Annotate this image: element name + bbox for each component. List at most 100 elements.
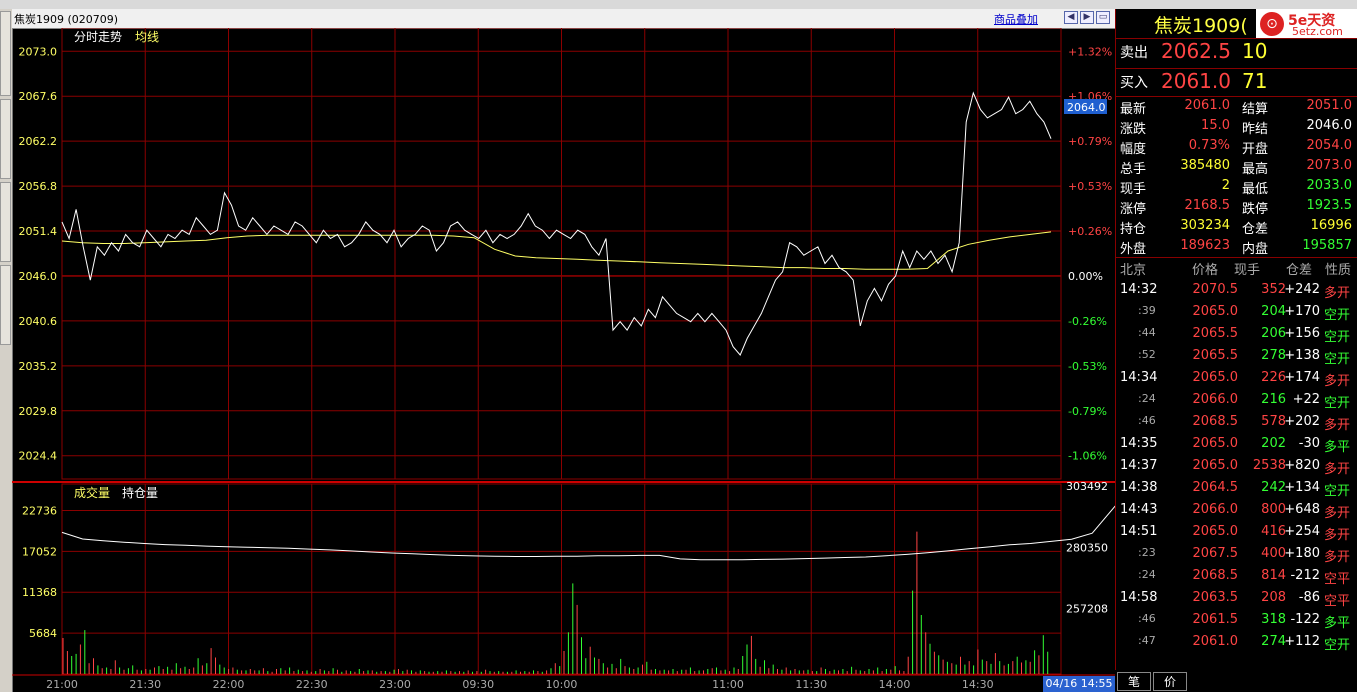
bid-row: 买入 2061.0 71 — [1116, 69, 1357, 97]
price-tick-label: 2046.0 — [19, 270, 58, 283]
tick-price: 2066.0 — [1192, 502, 1239, 517]
tick-row[interactable]: :23 2067.5 400 +180 多开 — [1116, 546, 1357, 566]
tick-time: :23 — [1138, 546, 1156, 559]
tick-time: 14:38 — [1120, 480, 1158, 495]
bid-qty: 71 — [1242, 69, 1268, 93]
price-line — [61, 91, 1052, 356]
tick-row[interactable]: :44 2065.5 206 +156 空开 — [1116, 326, 1357, 346]
tick-volume: 226 — [1261, 370, 1286, 385]
tick-nature: 空开 — [1324, 484, 1351, 499]
tab-tech-analysis[interactable] — [0, 11, 11, 96]
price-tick-label: 2035.2 — [19, 360, 58, 373]
tick-volume: 800 — [1261, 502, 1286, 517]
price-tick-label: 2067.6 — [19, 90, 58, 103]
tick-price: 2066.0 — [1192, 392, 1239, 407]
ask-price: 2062.5 — [1161, 39, 1231, 63]
tick-row[interactable]: 14:37 2065.0 2538 +820 多开 — [1116, 458, 1357, 478]
tick-volume: 318 — [1261, 612, 1286, 627]
next-icon[interactable]: ▶ — [1080, 11, 1094, 24]
tick-row[interactable]: :52 2065.5 278 +138 空开 — [1116, 348, 1357, 368]
overlay-commodity-button[interactable]: 商品叠加 — [994, 11, 1038, 27]
tab-price[interactable]: 价 — [1153, 672, 1187, 691]
tick-row[interactable]: 14:35 2065.0 202 -30 多平 — [1116, 436, 1357, 456]
field-label: 涨跌 — [1120, 122, 1147, 137]
tick-row[interactable]: 14:43 2066.0 800 +648 多开 — [1116, 502, 1357, 522]
percent-tick-label: +0.79% — [1068, 135, 1112, 148]
ask-row: 卖出 2062.5 10 — [1116, 39, 1357, 67]
volume-tick-label: 22736 — [22, 504, 57, 517]
field-value: 195857 — [1302, 238, 1352, 253]
field-value: 385480 — [1180, 158, 1230, 173]
tick-row[interactable]: 14:34 2065.0 226 +174 多开 — [1116, 370, 1357, 390]
field-value: 2061.0 — [1184, 98, 1231, 113]
tick-view-tabs: 笔 价 — [1115, 670, 1357, 692]
tick-oi-change: +202 — [1284, 414, 1320, 429]
field-label: 现手 — [1120, 182, 1147, 197]
tick-price: 2063.5 — [1192, 590, 1239, 605]
price-tick-label: 2051.4 — [19, 225, 58, 238]
tick-oi-change: +138 — [1284, 348, 1320, 363]
logo-icon: ⊙ — [1260, 12, 1284, 36]
field-label: 开盘 — [1242, 142, 1269, 157]
tick-row[interactable]: 14:58 2063.5 208 -86 空平 — [1116, 590, 1357, 610]
tick-row[interactable]: :46 2068.5 578 +202 多开 — [1116, 414, 1357, 434]
tick-oi-change: +820 — [1284, 458, 1320, 473]
field-label: 内盘 — [1242, 242, 1269, 257]
tick-row[interactable]: 14:38 2064.5 242 +134 空开 — [1116, 480, 1357, 500]
volume-axis-ticks: 22736 17052 11368 5684 — [22, 504, 57, 640]
tick-row[interactable]: :46 2061.5 318 -122 多平 — [1116, 612, 1357, 632]
tick-volume: 278 — [1261, 348, 1286, 363]
ask-label: 卖出 — [1120, 45, 1148, 61]
price-tick-label: 2073.0 — [19, 45, 58, 58]
tick-time: :52 — [1138, 348, 1156, 361]
restore-icon[interactable]: ▭ — [1096, 11, 1110, 24]
field-value: 2 — [1221, 178, 1230, 193]
quote-field-row: 现手 2 最低 2033.0 — [1116, 178, 1357, 198]
chart-title-bar: 焦炭1909 (020709) 商品叠加 ◀ ▶ ▭ — [12, 9, 1115, 29]
tab-trades[interactable]: 笔 — [1117, 672, 1151, 691]
tick-oi-change: -30 — [1298, 436, 1320, 451]
field-label: 结算 — [1242, 102, 1269, 117]
volume-tick-label: 5684 — [29, 627, 57, 640]
ask-qty: 10 — [1242, 39, 1268, 63]
quote-field-row: 涨跌 15.0 昨结 2046.0 — [1116, 118, 1357, 138]
bid-price: 2061.0 — [1161, 69, 1231, 93]
tick-row[interactable]: 14:51 2065.0 416 +254 多开 — [1116, 524, 1357, 544]
volume-tick-label: 11368 — [22, 586, 57, 599]
tick-price: 2065.0 — [1192, 370, 1239, 385]
percent-tick-label: +0.26% — [1068, 225, 1112, 238]
field-value: 2033.0 — [1306, 178, 1353, 193]
tick-row[interactable]: :24 2066.0 216 +22 空开 — [1116, 392, 1357, 412]
tick-price: 2065.5 — [1192, 348, 1239, 363]
time-axis-ticks: 21:00 21:30 22:00 22:30 23:00 09:30 10:00 11:00… — [46, 678, 993, 691]
tick-time: :44 — [1138, 326, 1156, 339]
tick-nature: 空开 — [1324, 308, 1351, 323]
oi-tick-label: 257208 — [1066, 603, 1108, 616]
logo-domain: 5etz.com — [1292, 25, 1343, 38]
intraday-chart: 2073.0 2067.6 2062.2 2056.8 2051.4 2046.0 2040… — [12, 28, 1115, 691]
time-tick-label: 09:30 — [462, 678, 494, 691]
field-value: 2051.0 — [1306, 98, 1353, 113]
chart-grid — [12, 28, 1115, 676]
field-label: 跌停 — [1242, 202, 1269, 217]
tick-header-time: 北京 — [1120, 263, 1147, 278]
tick-row[interactable]: 14:32 2070.5 352 +242 多开 — [1116, 282, 1357, 302]
price-axis-ticks: 2073.0 2067.6 2062.2 2056.8 2051.4 2046.0 2040… — [19, 45, 58, 462]
field-label: 外盘 — [1120, 242, 1147, 257]
percent-tick-label: -0.79% — [1068, 405, 1107, 418]
percent-tick-label: +1.32% — [1068, 45, 1112, 58]
tick-price: 2065.0 — [1192, 304, 1239, 319]
tick-oi-change: +648 — [1284, 502, 1320, 517]
tab-finance-news[interactable] — [0, 182, 11, 262]
tick-row[interactable]: :24 2068.5 814 -212 空平 — [1116, 568, 1357, 588]
tab-basic-info[interactable] — [0, 99, 11, 179]
tick-row[interactable]: :39 2065.0 204 +170 空开 — [1116, 304, 1357, 324]
tick-row[interactable]: :47 2061.0 274 +112 空开 — [1116, 634, 1357, 654]
field-label: 最新 — [1120, 102, 1147, 117]
price-tick-label: 2040.6 — [19, 315, 58, 328]
tick-time: :24 — [1138, 392, 1156, 405]
tab-news[interactable] — [0, 265, 11, 345]
prev-icon[interactable]: ◀ — [1064, 11, 1078, 24]
tick-oi-change: +22 — [1292, 392, 1320, 407]
tick-oi-change: +112 — [1284, 634, 1320, 649]
